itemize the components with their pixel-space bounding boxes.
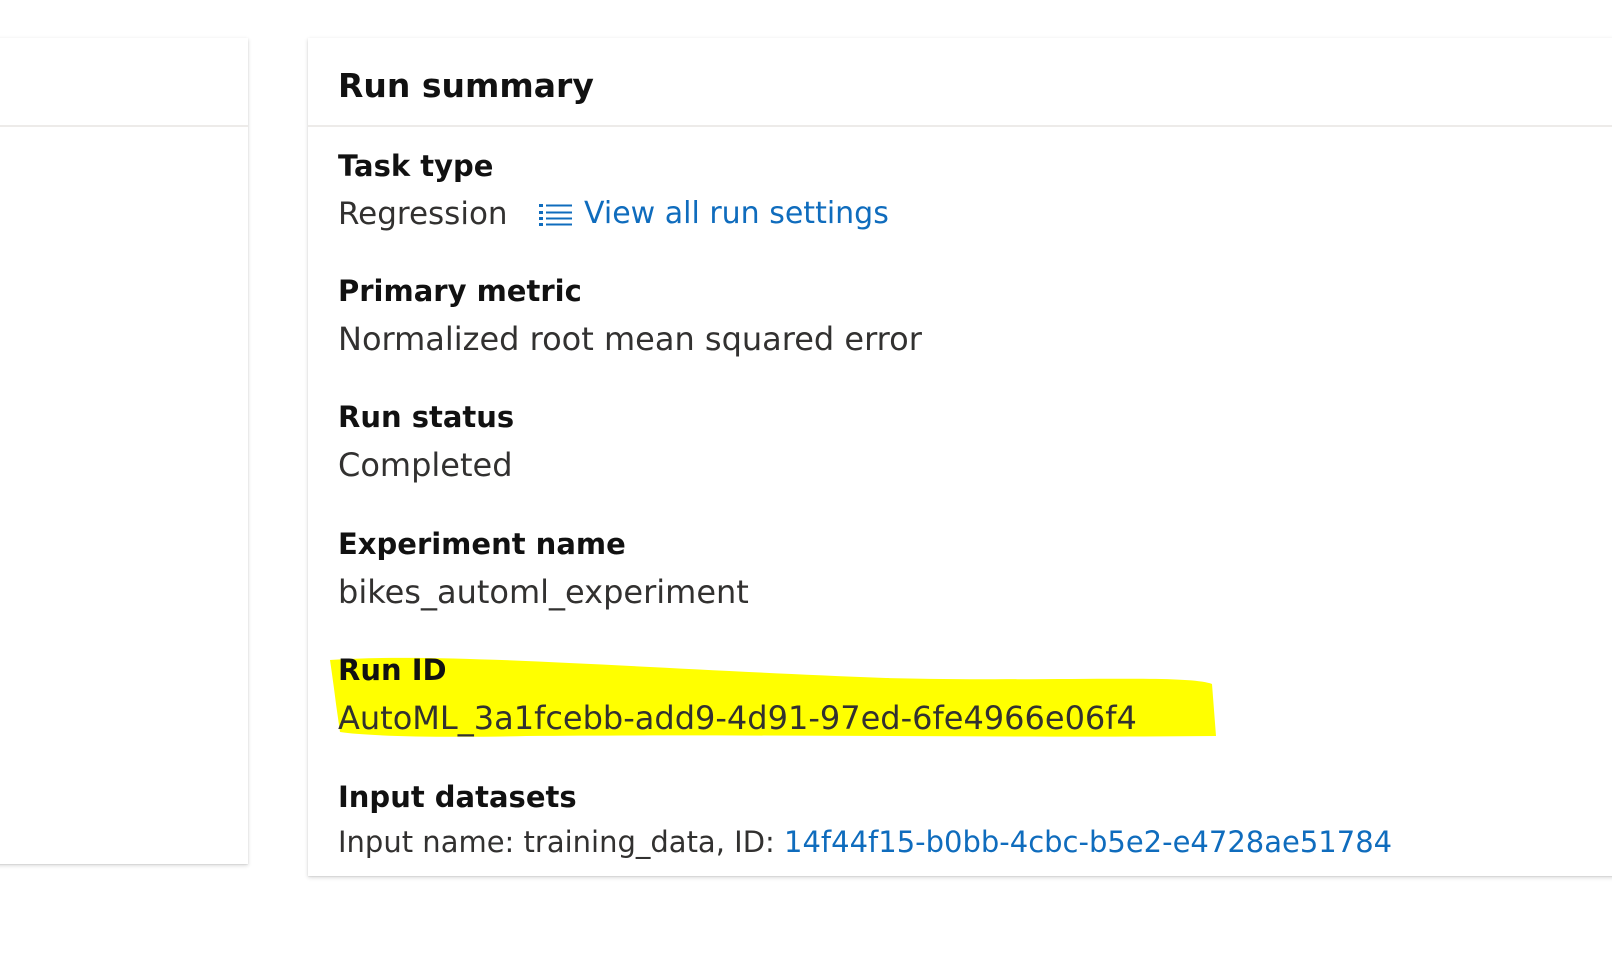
run-status-label: Run status (338, 400, 515, 434)
input-datasets-label: Input datasets (338, 780, 577, 814)
run-summary-header: Run summary (308, 38, 1612, 127)
view-all-run-settings-label: View all run settings (584, 196, 889, 231)
primary-metric-value: Normalized root mean squared error (338, 320, 922, 358)
input-datasets-value: Input name: training_data, ID: 14f44f15-… (338, 824, 1392, 860)
input-datasets-prefix: Input name: training_data, ID: (338, 825, 775, 859)
run-summary-card: Run summary Task type Regression View al… (308, 38, 1612, 876)
task-type-value: Regression (338, 196, 508, 232)
run-id-value: AutoML_3a1fcebb-add9-4d91-97ed-6fe4966e0… (338, 699, 1137, 737)
run-id-label: Run ID (338, 653, 447, 687)
left-card (0, 38, 248, 864)
primary-metric-label: Primary metric (338, 274, 582, 308)
experiment-name-label: Experiment name (338, 527, 626, 561)
view-all-run-settings-link[interactable]: View all run settings (538, 196, 889, 232)
task-type-label: Task type (338, 149, 494, 183)
experiment-name-value: bikes_automl_experiment (338, 573, 749, 611)
dataset-id-link[interactable]: 14f44f15-b0bb-4cbc-b5e2-e4728ae51784 (784, 825, 1392, 859)
left-card-divider (0, 125, 248, 127)
list-icon (538, 201, 574, 227)
run-status-value: Completed (338, 446, 513, 484)
run-summary-title: Run summary (338, 66, 594, 105)
